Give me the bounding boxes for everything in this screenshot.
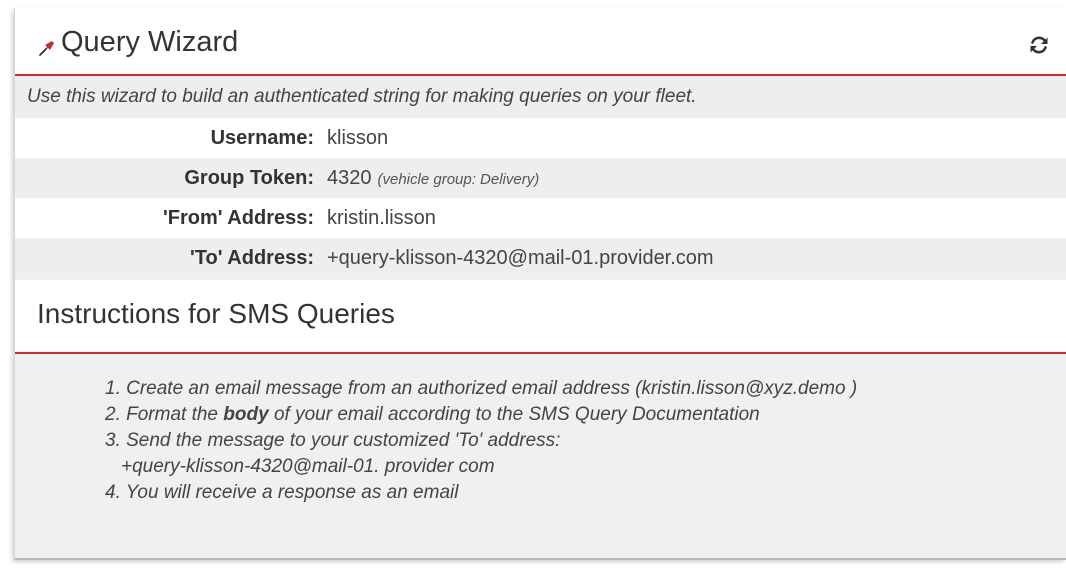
- to-address-row: 'To' Address: +query-klisson-4320@mail-0…: [15, 238, 1066, 278]
- instruction-step-3: 3. Send the message to your customized '…: [105, 430, 561, 451]
- group-token-row: Group Token: 4320 (vehicle group: Deliver…: [15, 158, 1066, 198]
- instruction-step-4: 4. You will receive a response as an ema…: [105, 482, 459, 503]
- step-2-prefix: 2. Format the: [105, 404, 224, 425]
- from-address-label: 'From' Address:: [162, 207, 314, 229]
- instructions-header: Instructions for SMS Queries: [15, 280, 1066, 354]
- step-2-suffix: of your email according to the SMS Query…: [268, 404, 760, 425]
- to-address-label: 'To' Address:: [190, 247, 314, 269]
- username-value: klisson: [327, 127, 389, 149]
- from-address-row: 'From' Address: kristin.lisson: [15, 198, 1066, 238]
- query-wizard-panel: Query Wizard Use this wizard to build an…: [14, 8, 1066, 560]
- username-label: Username:: [210, 127, 314, 149]
- from-address-value: kristin.lisson: [327, 207, 436, 229]
- pushpin-icon: [39, 41, 54, 56]
- wizard-intro-text: Use this wizard to build an authenticate…: [15, 76, 1066, 118]
- instructions-list: 1. Create an email message from an autho…: [105, 376, 857, 506]
- panel-title: Query Wizard: [61, 26, 239, 58]
- refresh-icon[interactable]: [1028, 34, 1050, 56]
- group-token-value: 4320: [327, 167, 372, 189]
- instruction-step-1: 1. Create an email message from an autho…: [105, 378, 858, 399]
- group-token-value-wrap: 4320 (vehicle group: Delivery): [327, 158, 539, 200]
- instruction-step-3-address: +query-klisson-4320@mail-01. provider co…: [121, 456, 495, 477]
- vehicle-group-note: (vehicle group: Delivery): [377, 171, 540, 188]
- username-row: Username: klisson: [15, 118, 1066, 158]
- instructions-title: Instructions for SMS Queries: [37, 298, 395, 329]
- group-token-label: Group Token:: [184, 167, 314, 189]
- panel-header: Query Wizard: [15, 8, 1066, 76]
- to-address-value: +query-klisson-4320@mail-01.provider.com: [327, 247, 714, 269]
- instruction-step-2: 2. Format the body of your email accordi…: [105, 402, 857, 428]
- step-2-bold: body: [223, 404, 269, 425]
